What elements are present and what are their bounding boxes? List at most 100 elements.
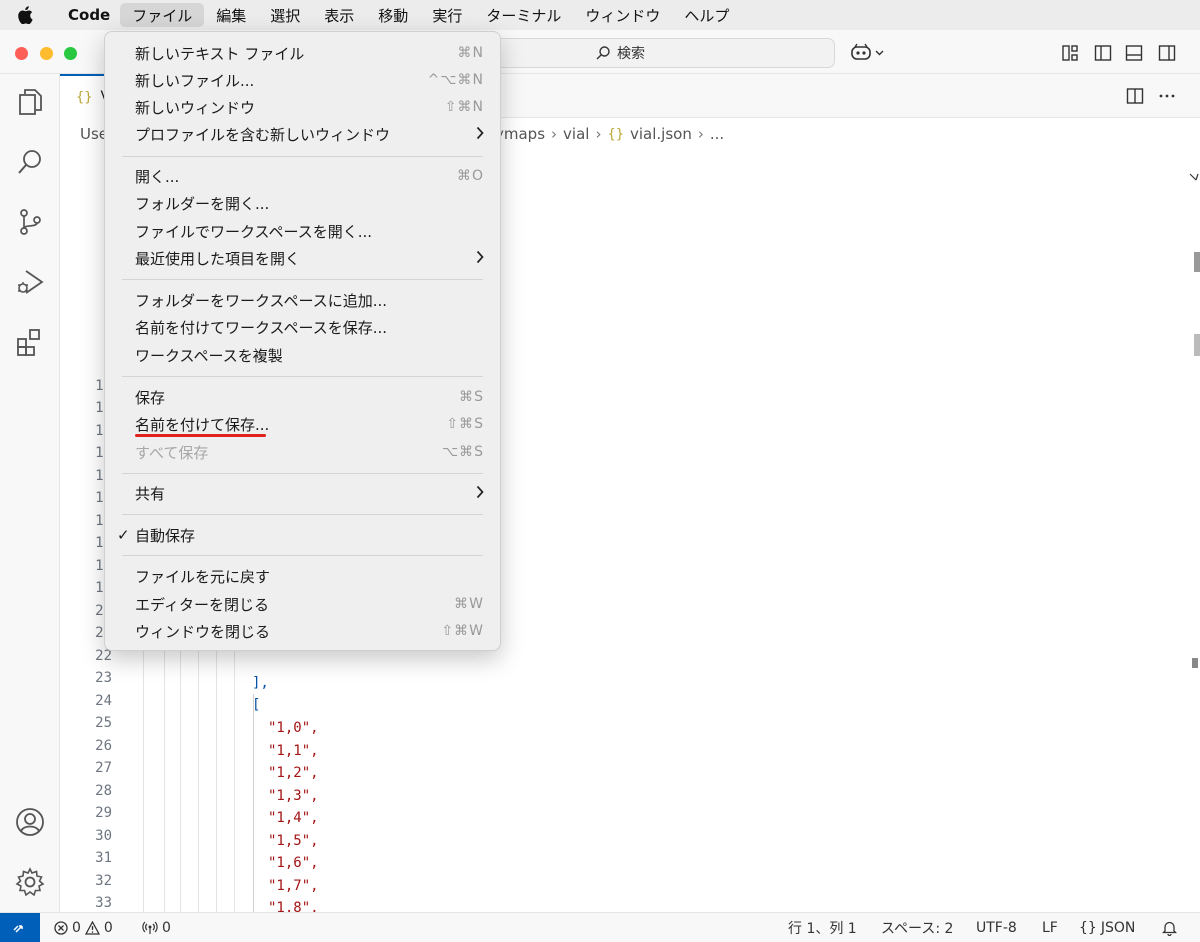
menu-item-label: フォルダーをワークスペースに追加... — [135, 291, 388, 310]
submenu-chevron-icon — [476, 126, 484, 144]
menu-item-shortcut: ⌘S — [459, 389, 484, 405]
notifications-bell-icon[interactable] — [1162, 913, 1177, 942]
menu-item-shortcut: ^⌥⌘N — [427, 72, 484, 88]
menu-item[interactable]: 新しいテキスト ファイル ⌘N — [105, 40, 500, 66]
line-number: 31 — [95, 850, 112, 866]
status-bar: 0 0 0 行 1、列 1 スペース: 2 UTF-8 LF {} JSON — [0, 912, 1200, 942]
menu-item-label: ワークスペースを複製 — [135, 346, 283, 365]
menubar-selection[interactable]: 選択 — [258, 0, 312, 30]
menubar-terminal[interactable]: ターミナル — [474, 0, 573, 30]
menubar-go[interactable]: 移動 — [366, 0, 420, 30]
menubar-edit[interactable]: 編集 — [204, 0, 258, 30]
menu-item[interactable]: 新しいウィンドウ ⇧⌘N — [105, 94, 500, 120]
menu-item-label: 新しいウィンドウ — [135, 98, 256, 117]
cursor-position[interactable]: 行 1、列 1 — [788, 913, 857, 942]
menu-item-label: ファイルでワークスペースを開く... — [135, 222, 373, 241]
encoding[interactable]: UTF-8 — [976, 913, 1017, 942]
code-line-string: "1,6", — [268, 855, 319, 871]
copilot-icon[interactable] — [848, 42, 888, 64]
toggle-secondary-sidebar-icon[interactable] — [1156, 42, 1178, 64]
menubar-window[interactable]: ウィンドウ — [573, 0, 672, 30]
code-line-bracket-close: ], — [252, 675, 269, 691]
menu-item[interactable]: 最近使用した項目を開く — [105, 245, 500, 271]
error-count: 0 — [72, 920, 81, 936]
menu-item-shortcut: ⌥⌘S — [441, 444, 484, 460]
menubar-view[interactable]: 表示 — [312, 0, 366, 30]
menu-separator — [122, 156, 483, 157]
menubar-file[interactable]: ファイル — [120, 3, 205, 27]
json-file-icon: {} — [607, 126, 624, 142]
split-editor-icon[interactable] — [1124, 85, 1146, 107]
source-control-icon[interactable] — [12, 204, 48, 240]
line-number: 29 — [95, 805, 112, 821]
menu-item[interactable]: 新しいファイル... ^⌥⌘N — [105, 67, 500, 93]
problems-indicator[interactable]: 0 0 — [54, 913, 113, 942]
minimize-window-button[interactable] — [40, 47, 53, 60]
menu-item-label: 自動保存 — [135, 526, 196, 545]
menu-item[interactable]: プロファイルを含む新しいウィンドウ — [105, 121, 500, 147]
accounts-icon[interactable] — [12, 804, 48, 840]
explorer-icon[interactable] — [12, 84, 48, 120]
menu-item-label: フォルダーを開く... — [135, 194, 270, 213]
menu-item-label: すべて保存 — [135, 443, 209, 462]
code-line-string: "1,4", — [268, 810, 319, 826]
menu-item[interactable]: フォルダーをワークスペースに追加... — [105, 287, 500, 313]
menu-item[interactable]: エディターを閉じる ⌘W — [105, 591, 500, 617]
language-mode[interactable]: {} JSON — [1079, 913, 1135, 942]
breadcrumb-file[interactable]: vial.json — [630, 125, 692, 143]
code-line-string: "1,3", — [268, 787, 319, 804]
menu-item[interactable]: 共有 — [105, 480, 500, 506]
close-window-button[interactable] — [15, 47, 28, 60]
line-number: 28 — [95, 782, 112, 799]
breadcrumb-folder-vial[interactable]: vial — [563, 125, 589, 143]
line-number: 32 — [95, 872, 112, 889]
breadcrumb-folder-keymaps[interactable]: ymaps — [495, 125, 545, 143]
menubar-app-name[interactable]: Code — [50, 0, 120, 30]
warning-icon — [84, 921, 100, 935]
menu-item[interactable]: ✓ 自動保存 — [105, 522, 500, 548]
code-line-string: "1,7", — [268, 877, 319, 894]
menu-item[interactable]: ワークスペースを複製 — [105, 342, 500, 368]
menubar-help[interactable]: ヘルプ — [672, 0, 741, 30]
menubar-run[interactable]: 実行 — [420, 0, 474, 30]
language-braces-icon: {} — [1079, 920, 1097, 936]
breadcrumb-symbol[interactable]: ... — [710, 125, 724, 143]
run-debug-icon[interactable] — [12, 264, 48, 300]
menu-item[interactable]: ファイルでワークスペースを開く... — [105, 218, 500, 244]
macos-menubar: Code ファイル 編集 選択 表示 移動 実行 ターミナル ウィンドウ ヘルプ — [0, 0, 1200, 30]
menu-item-shortcut: ⌘N — [457, 45, 484, 61]
end-of-line[interactable]: LF — [1042, 913, 1058, 942]
submenu-chevron-icon — [476, 485, 484, 503]
extensions-icon[interactable] — [12, 324, 48, 360]
menu-item-label: 最近使用した項目を開く — [135, 249, 301, 268]
editor-scrollbar[interactable] — [1184, 118, 1200, 912]
menu-item[interactable]: フォルダーを開く... — [105, 190, 500, 216]
search-view-icon[interactable] — [12, 144, 48, 180]
more-actions-icon[interactable] — [1156, 85, 1178, 107]
toggle-primary-sidebar-icon[interactable] — [1092, 42, 1114, 64]
customize-layout-icon[interactable] — [1059, 42, 1081, 64]
search-icon — [596, 46, 610, 60]
apple-logo-icon[interactable] — [0, 0, 50, 30]
menu-item[interactable]: 保存 ⌘S — [105, 384, 500, 410]
ports-count: 0 — [162, 920, 171, 936]
menu-item[interactable]: 名前を付けてワークスペースを保存... — [105, 314, 500, 340]
toggle-panel-icon[interactable] — [1123, 42, 1145, 64]
broadcast-icon — [142, 921, 158, 934]
menu-item[interactable]: 開く... ⌘O — [105, 163, 500, 189]
indentation[interactable]: スペース: 2 — [881, 913, 953, 942]
line-number: 24 — [95, 692, 112, 709]
warning-count: 0 — [103, 920, 113, 936]
red-highlight-underline — [135, 434, 266, 437]
zoom-window-button[interactable] — [64, 47, 77, 60]
ports-indicator[interactable]: 0 — [142, 913, 171, 942]
code-line-string: "1,1", — [268, 742, 319, 759]
menu-item[interactable]: ウィンドウを閉じる ⇧⌘W — [105, 618, 500, 644]
code-line-string: "1,5", — [268, 832, 319, 849]
menu-item-label: 名前を付けてワークスペースを保存... — [135, 318, 388, 337]
remote-indicator-icon[interactable] — [0, 913, 40, 942]
menu-item[interactable]: ファイルを元に戻す — [105, 563, 500, 589]
menu-separator — [122, 555, 483, 556]
menu-separator — [122, 376, 483, 377]
manage-gear-icon[interactable] — [12, 864, 48, 900]
